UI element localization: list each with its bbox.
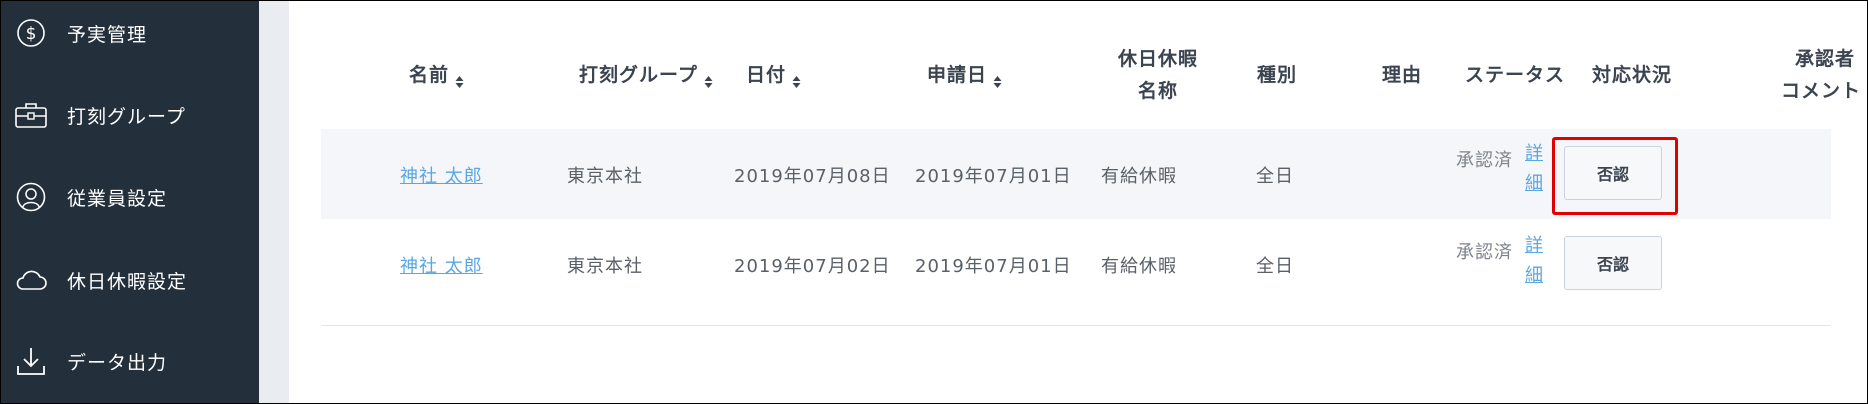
status-badge: 承認済 (1456, 150, 1513, 171)
sort-icon[interactable] (792, 68, 801, 88)
applied-date-cell: 2019年07月01日 (915, 166, 1072, 187)
table-row: 神社 太郎 東京本社 2019年07月02日 2019年07月01日 有給休暇 … (321, 219, 1831, 309)
type-cell: 全日 (1256, 256, 1294, 277)
column-header-action: 対応状況 (1592, 64, 1673, 86)
clock-group-cell: 東京本社 (567, 166, 643, 187)
sidebar-item-clock-group[interactable]: 打刻グループ (1, 85, 259, 145)
sidebar-item-label: 予実管理 (67, 23, 148, 46)
svg-text:$: $ (26, 24, 37, 44)
app-window: $ 予実管理 打刻グループ 従業員設定 休日休暇設定 データ出力 名前 打刻グル… (0, 0, 1868, 404)
user-icon (13, 179, 49, 215)
sidebar-item-label: 休日休暇設定 (67, 270, 188, 293)
employee-name-link[interactable]: 神社 太郎 (400, 162, 483, 188)
sidebar-item-holiday-settings[interactable]: 休日休暇設定 (1, 250, 259, 310)
sidebar-item-label: データ出力 (67, 351, 168, 374)
sidebar-item-label: 従業員設定 (67, 187, 168, 210)
sidebar-gutter (259, 1, 289, 403)
sort-icon[interactable] (704, 68, 713, 88)
type-cell: 全日 (1256, 166, 1294, 187)
column-header-holiday-name: 休日休暇 名称 (1117, 48, 1198, 102)
dollar-circle-icon: $ (13, 15, 49, 51)
column-header-date[interactable]: 日付 (746, 59, 801, 91)
column-header-approver-comment: 承認者 コメント (1781, 48, 1862, 102)
status-badge: 承認済 (1456, 242, 1513, 263)
table-divider (321, 325, 1831, 326)
leave-request-table: 名前 打刻グループ 日付 申請日 休日休暇 名称 種別 理由 ステータス 対応状… (289, 1, 1867, 403)
sidebar-item-budget[interactable]: $ 予実管理 (1, 3, 259, 63)
column-header-applied-date[interactable]: 申請日 (927, 59, 1002, 91)
sort-icon[interactable] (455, 68, 464, 88)
sort-icon[interactable] (993, 68, 1002, 88)
holiday-name-cell: 有給休暇 (1101, 256, 1177, 277)
column-header-type: 種別 (1257, 64, 1298, 86)
download-icon (13, 343, 49, 379)
highlight-box (1552, 137, 1678, 215)
applied-date-cell: 2019年07月01日 (915, 256, 1072, 277)
sidebar-item-label: 打刻グループ (67, 105, 186, 128)
sidebar: $ 予実管理 打刻グループ 従業員設定 休日休暇設定 データ出力 (1, 1, 259, 403)
employee-name-link[interactable]: 神社 太郎 (400, 252, 483, 278)
column-header-clock-group[interactable]: 打刻グループ (579, 59, 713, 91)
holiday-name-cell: 有給休暇 (1101, 166, 1177, 187)
date-cell: 2019年07月02日 (734, 256, 891, 277)
detail-link[interactable]: 詳 細 (1523, 139, 1545, 199)
sidebar-item-employee-settings[interactable]: 従業員設定 (1, 167, 259, 227)
detail-link[interactable]: 詳 細 (1523, 231, 1545, 291)
column-header-reason: 理由 (1382, 64, 1423, 86)
column-header-status: ステータス (1465, 64, 1566, 86)
deny-button[interactable]: 否認 (1564, 236, 1662, 290)
briefcase-icon (13, 97, 49, 133)
cloud-icon (13, 262, 49, 298)
column-header-name[interactable]: 名前 (409, 59, 464, 91)
date-cell: 2019年07月08日 (734, 166, 891, 187)
sidebar-item-data-export[interactable]: データ出力 (1, 331, 259, 391)
clock-group-cell: 東京本社 (567, 256, 643, 277)
